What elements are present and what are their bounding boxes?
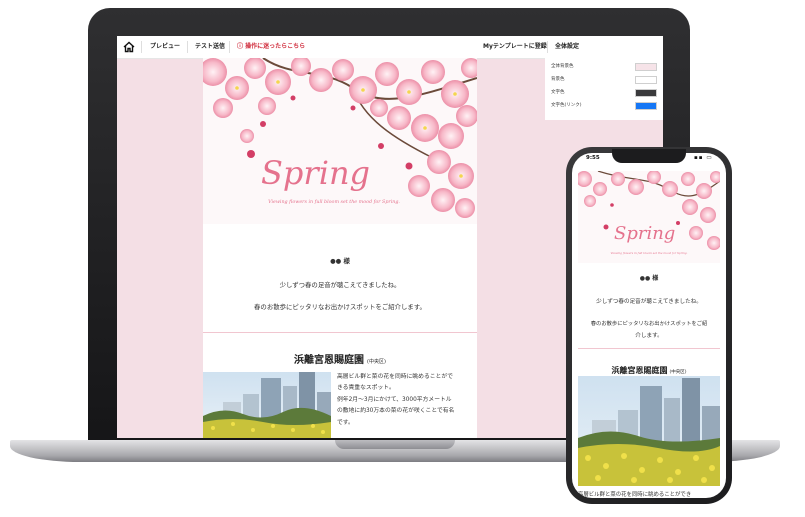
phone-section-title: 浜離宮恩賜庭園 bbox=[611, 366, 668, 375]
phone-hero-subtitle: Viewing flowers in full bloom set the mo… bbox=[610, 251, 688, 255]
save-template-button[interactable]: Myテンプレートに登録 bbox=[483, 36, 547, 58]
greeting: ●● 様 bbox=[330, 257, 350, 265]
body-line: の敷地に約30万本の菜の花が咲くことで有名 bbox=[337, 408, 455, 415]
body-line: です。 bbox=[337, 419, 354, 426]
status-time: 9:55 bbox=[586, 155, 600, 161]
section-divider bbox=[203, 332, 477, 333]
setting-label: 文字色(リンク) bbox=[551, 103, 582, 108]
phone-hero-title: Spring bbox=[614, 223, 676, 244]
test-send-button[interactable]: テスト送信 bbox=[195, 36, 225, 58]
skyline-photo bbox=[578, 378, 720, 486]
setting-label: 全体背景色 bbox=[551, 64, 574, 69]
phone-intro-line: 介します。 bbox=[635, 333, 663, 339]
phone-body-line: 高層ビル群と菜の花を同時に眺めることができ bbox=[578, 492, 692, 498]
setting-label: 文字色 bbox=[551, 90, 565, 95]
toolbar-divider bbox=[547, 41, 548, 53]
phone-greeting: ●● 様 bbox=[639, 275, 659, 282]
color-swatch-page-background[interactable] bbox=[635, 63, 657, 71]
hero-title: Spring bbox=[261, 154, 371, 192]
hero-image: Spring Viewing flowers in full bloom set… bbox=[203, 58, 477, 224]
color-swatch-background[interactable] bbox=[635, 76, 657, 84]
toolbar-divider bbox=[141, 41, 142, 53]
body-line: きる貴重なスポット。 bbox=[337, 385, 395, 392]
color-swatch-link[interactable] bbox=[635, 102, 657, 110]
setting-label: 背景色 bbox=[551, 77, 565, 82]
garden-photo bbox=[203, 372, 331, 438]
toolbar-divider bbox=[187, 41, 188, 53]
email-preview: Spring Viewing flowers in full bloom set… bbox=[203, 58, 477, 438]
phone-intro-line: 少しずつ春の足音が聴こえてきましたね。 bbox=[596, 299, 702, 305]
section-area: (中央区) bbox=[367, 359, 386, 365]
tab-global-settings[interactable]: 全体設定 bbox=[555, 36, 579, 58]
body-line: 高層ビル群と菜の花を同時に眺めることがで bbox=[337, 374, 453, 380]
hero-subtitle: Viewing flowers in full bloom set the mo… bbox=[268, 200, 400, 205]
global-settings-panel: 全体背景色 背景色 文字色 文字色(リンク) bbox=[545, 58, 663, 120]
section-heading: 浜離宮恩賜庭園 (中央区) bbox=[203, 348, 477, 367]
editor-toolbar: プレビュー テスト送信 ⓘ 操作に迷ったらこちら Myテンプレートに登録 全体設… bbox=[117, 36, 663, 59]
signal-battery-icon: ▪▪ ▭ bbox=[694, 155, 713, 161]
intro-line: 少しずつ春の足音が聴こえてきましたね。 bbox=[279, 281, 401, 289]
section-divider bbox=[578, 348, 720, 349]
phone-garden-photo bbox=[578, 376, 720, 486]
color-swatch-text[interactable] bbox=[635, 89, 657, 97]
section-title: 浜離宮恩賜庭園 bbox=[294, 355, 365, 366]
phone-section-heading: 浜離宮恩賜庭園 (中央区) bbox=[572, 358, 726, 377]
cherry-blossom-illustration bbox=[578, 171, 720, 250]
intro-line: 春のお散歩にピッタリなお出かけスポットをご紹介します。 bbox=[254, 303, 426, 311]
phone-section-area: (中央区) bbox=[669, 370, 687, 375]
phone-screen: 9:55 ▪▪ ▭ Spring Viewing flowers in full… bbox=[572, 153, 726, 498]
laptop-trackpad-notch bbox=[335, 440, 455, 449]
body-line: 例年2月〜3月にかけて、3000平方メートル bbox=[337, 396, 452, 403]
phone-hero-image: Spring Viewing flowers in full bloom set… bbox=[578, 171, 720, 263]
phone-notch bbox=[612, 149, 686, 163]
phone-intro-line: 春のお散歩にピッタリなお出かけスポットをご紹 bbox=[590, 321, 708, 327]
skyline-photo bbox=[203, 372, 331, 438]
preview-button[interactable]: プレビュー bbox=[150, 36, 180, 58]
help-link[interactable]: ⓘ 操作に迷ったらこちら bbox=[237, 36, 305, 58]
toolbar-divider bbox=[229, 41, 230, 53]
home-icon[interactable] bbox=[123, 41, 135, 53]
section-body: 高層ビル群と菜の花を同時に眺めることがで きる貴重なスポット。 例年2月〜3月に… bbox=[337, 372, 477, 429]
